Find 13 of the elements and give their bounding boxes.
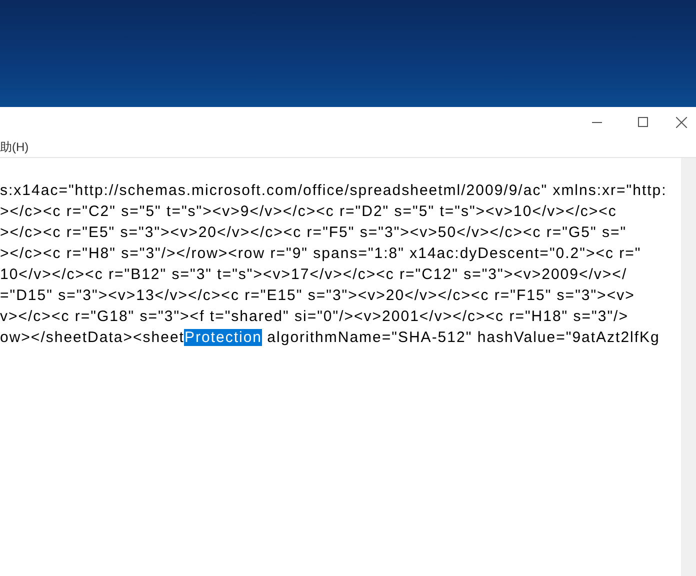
text-area[interactable]	[0, 157, 696, 576]
menu-item[interactable]: 助(H)	[0, 138, 29, 156]
text-line: v></c><c r="G18" s="3"><f t="shared" si="0"/><v>2001</v></c><c r="H18" s="3"/>	[0, 307, 628, 327]
text-line: ></c><c r="C2" s="5" t="s"><v>9</v></c><c r="D2" s="5" t="s"><v>10</v></c><c	[0, 202, 617, 222]
maximize-icon	[638, 117, 648, 127]
text-line: ></c><c r="E5" s="3"><v>20</v></c><c r="F5" s="3"><v>50</v></c><c r="G5" s="	[0, 223, 627, 243]
text-line: 10</v></c><c r="B12" s="3" t="s"><v>17</v></c><c r="C12" s="3"><v>2009</v></	[0, 265, 628, 285]
close-icon	[676, 116, 686, 128]
scrollbar[interactable]	[681, 158, 696, 576]
text-line: ow></sheetData><sheetProtection algorithmName="SHA-512" hashValue="9atAzt2lfKg	[0, 328, 660, 348]
text-line: ="D15" s="3"><v>13</v></c><c r="E15" s="3"><v>20</v></c><c r="F15" s="3"><v>	[0, 286, 635, 306]
text-line: s:x14ac="http://schemas.microsoft.com/office/spreadsheetml/2009/9/ac" xmlns:xr="http:	[0, 181, 667, 201]
text-line: ></c><c r="H8" s="3"/></row><row r="9" spans="1:8" x14ac:dyDescent="0.2"><c r="	[0, 244, 642, 264]
